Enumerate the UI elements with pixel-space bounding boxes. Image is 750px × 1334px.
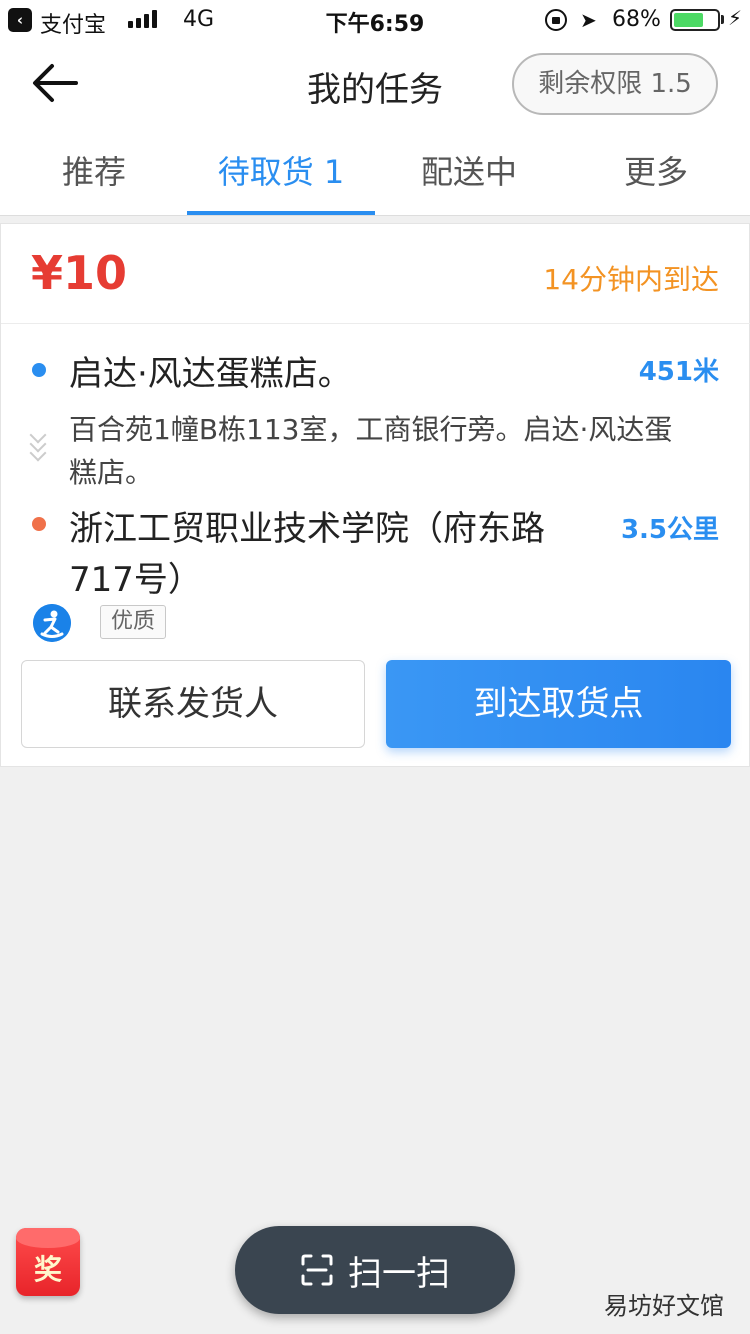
dropoff-distance: 3.5公里 — [620, 515, 719, 545]
order-card[interactable]: ¥10 14分钟内到达 启达·风达蛋糕店。 451米 百合苑1幢B栋113室，工… — [0, 223, 750, 767]
active-tab-indicator — [187, 211, 375, 215]
scan-button[interactable]: 扫一扫 — [235, 1226, 515, 1314]
nav-bar: 我的任务 剩余权限 1.5 — [0, 40, 750, 128]
divider — [1, 323, 750, 324]
dropoff-name: 浙江工贸职业技术学院（府东路717号） — [69, 509, 545, 600]
route-chevrons-icon — [29, 426, 49, 462]
location-icon: ➤ — [580, 8, 597, 32]
pickup-address: 百合苑1幢B栋113室，工商银行旁。启达·风达蛋糕店。 — [69, 413, 673, 489]
quality-tag: 优质 — [100, 605, 167, 639]
battery-icon — [670, 9, 720, 31]
remaining-quota-badge[interactable]: 剩余权限 1.5 — [512, 53, 718, 115]
charging-icon: ⚡ — [728, 6, 743, 30]
dropoff-dot-icon — [32, 517, 46, 531]
status-bar: ‹ 支付宝 4G 下午6:59 ➤ 68% ⚡ — [0, 0, 750, 40]
battery-percent: 68% — [612, 7, 661, 32]
scan-label: 扫一扫 — [348, 1253, 450, 1294]
order-price: ¥10 — [31, 246, 128, 300]
pickup-name: 启达·风达蛋糕店。 — [69, 354, 352, 394]
tab-more[interactable]: 更多 — [562, 128, 750, 216]
courier-runner-icon — [33, 604, 71, 642]
scan-icon — [301, 1254, 333, 1286]
arrive-pickup-button[interactable]: 到达取货点 — [386, 660, 731, 748]
tab-recommend[interactable]: 推荐 — [0, 128, 188, 216]
tab-delivering[interactable]: 配送中 — [375, 128, 563, 216]
pickup-distance: 451米 — [638, 357, 719, 387]
reward-redpacket-button[interactable]: 奖 — [16, 1228, 80, 1296]
task-tabs: 推荐 待取货 1 配送中 更多 — [0, 128, 750, 216]
pickup-dot-icon — [32, 363, 46, 377]
contact-sender-button[interactable]: 联系发货人 — [21, 660, 365, 748]
orientation-lock-icon — [545, 9, 567, 31]
reward-label: 奖 — [33, 1253, 62, 1286]
order-eta: 14分钟内到达 — [543, 263, 719, 296]
battery-cap — [721, 15, 724, 24]
tab-pending-pickup[interactable]: 待取货 1 — [187, 128, 375, 216]
watermark: 易坊好文馆 — [604, 1292, 724, 1320]
